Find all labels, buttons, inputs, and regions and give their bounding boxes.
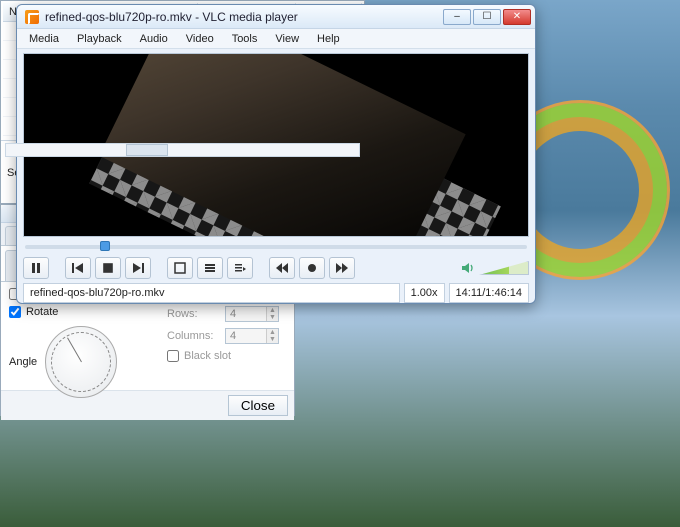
maximize-button[interactable]: ☐	[473, 9, 501, 25]
cols-spinner[interactable]: 4▲▼	[225, 328, 279, 344]
extended-settings-button[interactable]	[197, 257, 223, 279]
prev-button[interactable]	[65, 257, 91, 279]
angle-dial[interactable]	[45, 326, 117, 398]
chevron-down-icon[interactable]: ▼	[266, 336, 278, 343]
control-bar	[23, 255, 529, 281]
blackslot-checkbox[interactable]: Black slot	[167, 350, 286, 362]
pause-button[interactable]	[23, 257, 49, 279]
rows-spinner[interactable]: 4▲▼	[225, 306, 279, 322]
window-title: refined-qos-blu720p-ro.mkv - VLC media p…	[45, 10, 437, 24]
seek-bar[interactable]	[25, 241, 527, 253]
menu-media[interactable]: Media	[21, 31, 67, 47]
menu-help[interactable]: Help	[309, 31, 348, 47]
seek-thumb[interactable]	[100, 241, 110, 251]
h-scrollbar[interactable]	[5, 143, 360, 157]
fullscreen-button[interactable]	[167, 257, 193, 279]
status-filename: refined-qos-blu720p-ro.mkv	[23, 283, 400, 303]
menu-bar: Media Playback Audio Video Tools View He…	[17, 29, 535, 49]
rows-label: Rows:	[167, 308, 219, 320]
vlc-icon	[25, 10, 39, 24]
menu-view[interactable]: View	[267, 31, 307, 47]
faster-button[interactable]	[329, 257, 355, 279]
menu-audio[interactable]: Audio	[132, 31, 176, 47]
volume-slider[interactable]	[479, 261, 529, 275]
chevron-up-icon[interactable]: ▲	[266, 329, 278, 336]
menu-video[interactable]: Video	[178, 31, 222, 47]
rotate-checkbox[interactable]: Rotate	[9, 306, 159, 318]
menu-playback[interactable]: Playback	[69, 31, 130, 47]
chevron-down-icon[interactable]: ▼	[266, 314, 278, 321]
volume-icon	[461, 261, 475, 275]
volume-control[interactable]	[461, 261, 529, 275]
h-scrollbar-thumb[interactable]	[126, 144, 168, 156]
close-button[interactable]: ✕	[503, 9, 531, 25]
status-bar: refined-qos-blu720p-ro.mkv 1.00x 14:11/1…	[23, 283, 529, 303]
cols-label: Columns:	[167, 330, 219, 342]
stop-button[interactable]	[95, 257, 121, 279]
playlist-button[interactable]	[227, 257, 253, 279]
minimize-button[interactable]: –	[443, 9, 471, 25]
titlebar[interactable]: refined-qos-blu720p-ro.mkv - VLC media p…	[17, 5, 535, 29]
slower-button[interactable]	[269, 257, 295, 279]
next-button[interactable]	[125, 257, 151, 279]
status-speed[interactable]: 1.00x	[404, 283, 445, 303]
blackslot-label: Black slot	[184, 350, 231, 362]
fx-close-footer-button[interactable]: Close	[228, 395, 288, 416]
menu-tools[interactable]: Tools	[224, 31, 266, 47]
chevron-up-icon[interactable]: ▲	[266, 307, 278, 314]
record-button[interactable]	[299, 257, 325, 279]
status-time[interactable]: 14:11/1:46:14	[449, 283, 529, 303]
angle-label: Angle	[9, 356, 37, 368]
rotate-label: Rotate	[26, 306, 58, 318]
